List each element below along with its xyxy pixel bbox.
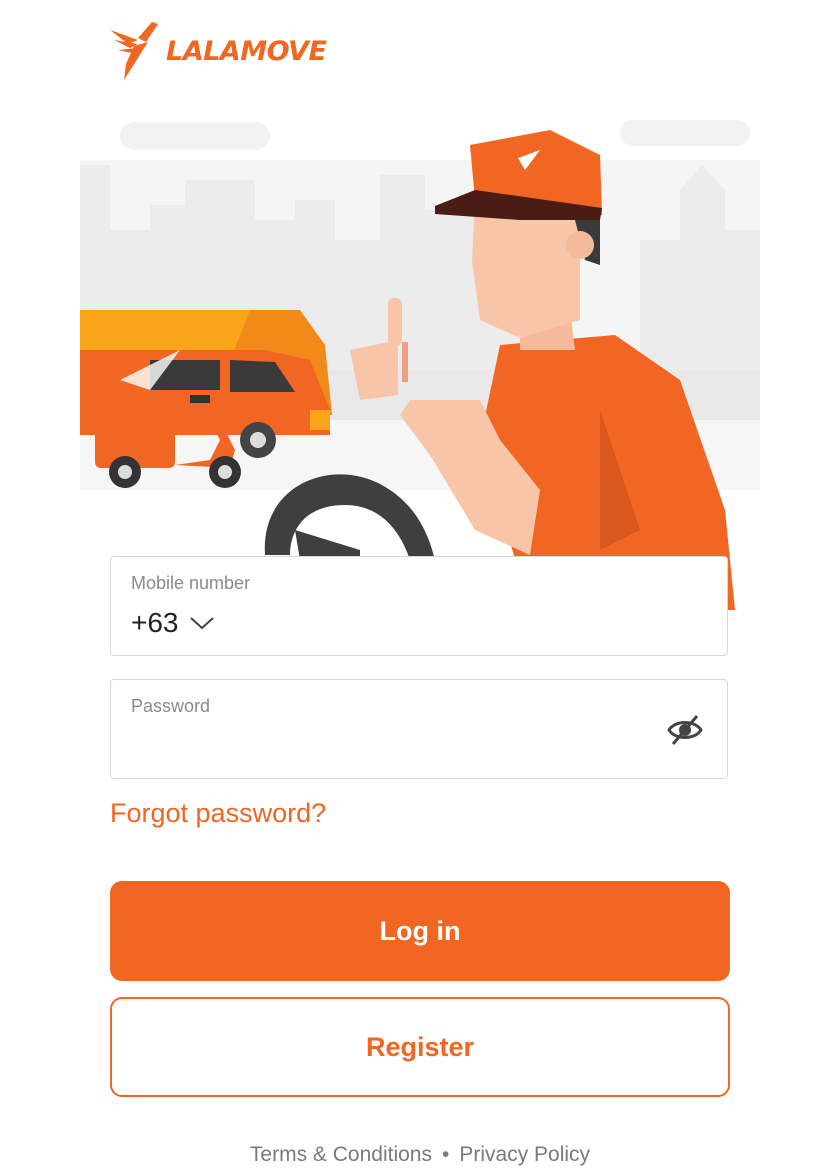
forgot-password-link[interactable]: Forgot password? (110, 798, 326, 829)
mobile-number-field[interactable]: Mobile number +63 (110, 556, 728, 656)
country-code-value: +63 (131, 607, 179, 638)
country-code-selector[interactable]: +63 (131, 607, 215, 639)
brand-name: LALAMOVE (166, 35, 327, 67)
mobile-number-label: Mobile number (131, 573, 251, 593)
chevron-down-icon (189, 617, 214, 630)
register-button[interactable]: Register (110, 997, 730, 1097)
password-label: Password (131, 696, 211, 716)
eye-off-icon[interactable] (665, 712, 705, 748)
hero-illustration (80, 120, 760, 610)
footer-links: Terms & Conditions • Privacy Policy (0, 1143, 840, 1167)
privacy-link[interactable]: Privacy Policy (459, 1143, 590, 1167)
footer-separator: • (442, 1143, 450, 1166)
brand-logo: LALAMOVE (108, 20, 327, 82)
login-button[interactable]: Log in (110, 881, 730, 981)
bird-logo-icon (110, 22, 158, 80)
password-field[interactable]: Password (110, 679, 728, 779)
terms-link[interactable]: Terms & Conditions (250, 1143, 432, 1167)
password-input[interactable] (131, 726, 655, 764)
